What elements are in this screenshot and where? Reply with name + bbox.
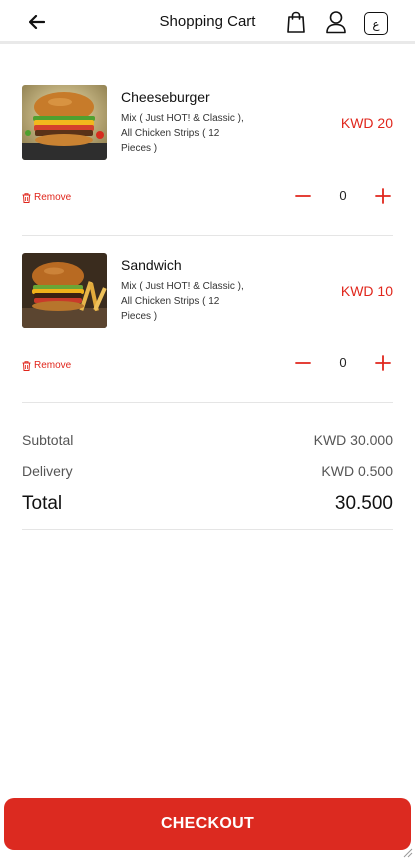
trash-icon: [22, 192, 31, 203]
item-name: Cheeseburger: [121, 89, 210, 105]
quantity-stepper: 0: [293, 353, 393, 373]
decrease-quantity-button[interactable]: [293, 186, 313, 206]
subtotal-row: Subtotal KWD 30.000: [22, 432, 393, 448]
increase-quantity-button[interactable]: [373, 353, 393, 373]
item-image-cheeseburger: [22, 85, 107, 160]
increase-quantity-button[interactable]: [373, 186, 393, 206]
item-image-sandwich: [22, 253, 107, 328]
delivery-value: KWD 0.500: [321, 463, 393, 479]
divider: [22, 235, 393, 236]
cart-item: Cheeseburger Mix ( Just HOT! & Classic )…: [22, 85, 393, 215]
total-value: 30.500: [334, 493, 393, 514]
total-label: Total: [22, 493, 63, 514]
account-button[interactable]: [325, 10, 347, 34]
shopping-bag-icon: [287, 11, 305, 33]
quantity-stepper: 0: [293, 186, 393, 206]
divider: [22, 529, 393, 530]
user-icon: [326, 11, 346, 34]
item-description: Mix ( Just HOT! & Classic ), All Chicken…: [121, 281, 244, 322]
minus-icon: [295, 195, 311, 197]
back-arrow-icon: [29, 15, 45, 29]
checkout-button[interactable]: CHECKOUT: [4, 798, 411, 850]
delivery-label: Delivery: [22, 463, 73, 479]
top-bar: Shopping Cart ع: [0, 0, 415, 44]
subtotal-label: Subtotal: [22, 432, 74, 448]
remove-label: Remove: [34, 192, 72, 203]
item-price: KWD 20: [340, 115, 393, 131]
page-title: Shopping Cart: [159, 13, 256, 30]
divider: [22, 402, 393, 403]
cart-button[interactable]: [286, 10, 306, 34]
subtotal-value: KWD 30.000: [313, 432, 393, 448]
remove-label: Remove: [34, 360, 72, 371]
quantity-value: 0: [339, 188, 347, 203]
minus-icon: [295, 362, 311, 364]
delivery-row: Delivery KWD 0.500: [22, 463, 393, 479]
trash-icon: [22, 360, 31, 371]
cart-item: Sandwich Mix ( Just HOT! & Classic ), Al…: [22, 253, 393, 383]
item-name: Sandwich: [121, 257, 182, 273]
language-toggle-button[interactable]: ع: [364, 12, 388, 35]
item-description: Mix ( Just HOT! & Classic ), All Chicken…: [121, 113, 244, 154]
decrease-quantity-button[interactable]: [293, 353, 313, 373]
quantity-value: 0: [339, 355, 347, 370]
back-button[interactable]: [26, 11, 48, 33]
plus-icon: [375, 355, 391, 371]
remove-button[interactable]: Remove: [22, 192, 71, 203]
item-price: KWD 10: [340, 283, 393, 299]
remove-button[interactable]: Remove: [22, 360, 71, 371]
total-row: Total 30.500: [22, 493, 393, 515]
resize-grip-icon[interactable]: [401, 846, 413, 858]
plus-icon: [375, 188, 391, 204]
